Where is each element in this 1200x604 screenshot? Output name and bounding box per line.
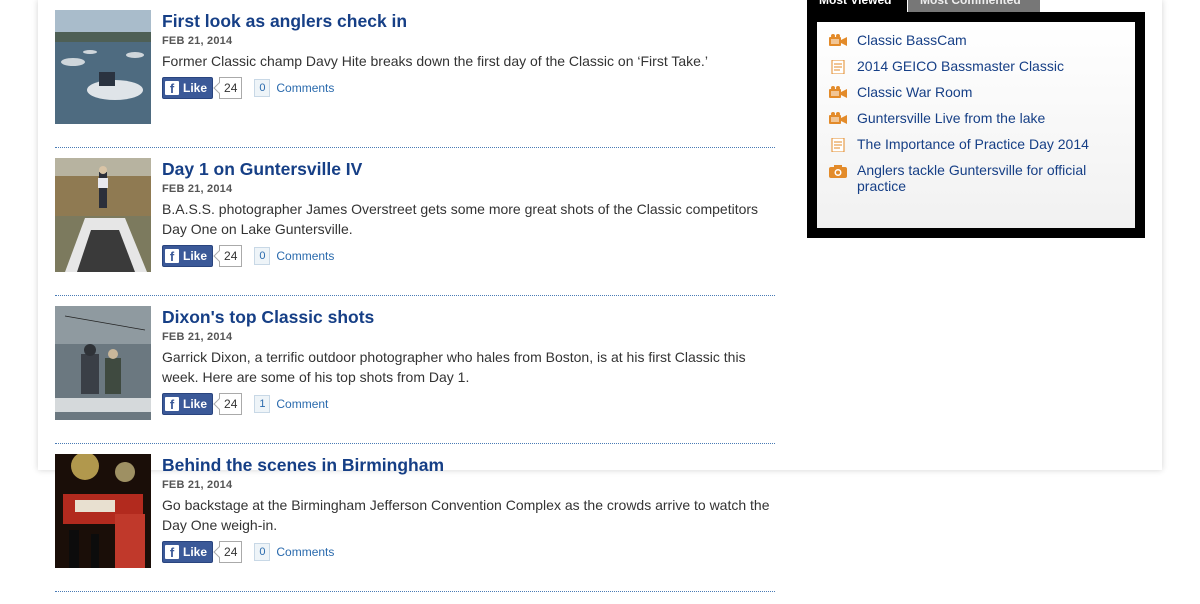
- article-thumbnail[interactable]: [55, 306, 151, 420]
- photo-camera-icon: [829, 165, 847, 178]
- document-icon: [831, 60, 845, 74]
- list-item[interactable]: 2014 GEICO Bassmaster Classic: [829, 58, 1135, 74]
- article-title[interactable]: Behind the scenes in Birmingham: [162, 454, 777, 476]
- boats-photo: [55, 10, 151, 124]
- article-actions: f Like 24 0 Comments: [162, 245, 777, 267]
- stage-photo: [55, 454, 151, 568]
- like-count: 24: [219, 245, 243, 267]
- popular-list: Classic BassCam 2014 GEICO Bassmaster Cl…: [817, 22, 1135, 194]
- article-item: Day 1 on Guntersville IV FEB 21, 2014 B.…: [55, 148, 777, 296]
- document-icon: [831, 138, 845, 152]
- facebook-icon: f: [165, 397, 179, 412]
- article-actions: f Like 24 0 Comments: [162, 77, 777, 99]
- article-description: Garrick Dixon, a terrific outdoor photog…: [162, 349, 746, 385]
- article-description: Go backstage at the Birmingham Jefferson…: [162, 497, 770, 533]
- article-item: Dixon's top Classic shots FEB 21, 2014 G…: [55, 296, 777, 444]
- video-camera-icon: [829, 34, 847, 46]
- most-viewed-widget: Classic BassCam 2014 GEICO Bassmaster Cl…: [807, 12, 1145, 238]
- list-item[interactable]: Anglers tackle Guntersville for official…: [829, 162, 1135, 194]
- list-item[interactable]: Classic War Room: [829, 84, 1135, 100]
- like-label: Like: [183, 397, 208, 411]
- comment-count: 0: [254, 247, 271, 265]
- facebook-like-button[interactable]: f Like: [162, 245, 214, 267]
- list-item[interactable]: Classic BassCam: [829, 32, 1135, 48]
- comment-count: 1: [254, 395, 271, 413]
- list-item-label: Classic War Room: [857, 84, 973, 100]
- article-divider: [55, 591, 775, 592]
- article-date: FEB 21, 2014: [162, 331, 233, 343]
- like-label: Like: [183, 81, 208, 95]
- facebook-like-button[interactable]: f Like: [162, 77, 214, 99]
- facebook-like-button[interactable]: f Like: [162, 393, 214, 415]
- article-thumbnail[interactable]: [55, 454, 151, 568]
- like-count: 24: [219, 393, 243, 415]
- comments-label: Comment: [276, 397, 329, 411]
- comments-label: Comments: [276, 545, 335, 559]
- list-item[interactable]: The Importance of Practice Day 2014: [829, 136, 1135, 152]
- anglers-fishing-photo: [55, 306, 151, 420]
- facebook-icon: f: [165, 81, 179, 96]
- article-title[interactable]: Day 1 on Guntersville IV: [162, 158, 777, 180]
- list-item-label: Classic BassCam: [857, 32, 967, 48]
- tab-most-viewed[interactable]: Most Viewed: [807, 0, 907, 12]
- article-thumbnail[interactable]: [55, 158, 151, 272]
- comment-count: 0: [254, 543, 271, 561]
- article-item: First look as anglers check in FEB 21, 2…: [55, 0, 777, 148]
- comments-link[interactable]: 0 Comments: [254, 247, 334, 265]
- comments-label: Comments: [276, 249, 335, 263]
- article-date: FEB 21, 2014: [162, 479, 233, 491]
- list-item[interactable]: Guntersville Live from the lake: [829, 110, 1135, 126]
- list-item-label: The Importance of Practice Day 2014: [857, 136, 1089, 152]
- video-camera-icon: [829, 112, 847, 124]
- comments-link[interactable]: 1 Comment: [254, 395, 328, 413]
- article-item: Behind the scenes in Birmingham FEB 21, …: [55, 444, 777, 592]
- comments-label: Comments: [276, 81, 335, 95]
- comments-link[interactable]: 0 Comments: [254, 543, 334, 561]
- widget-panel: Classic BassCam 2014 GEICO Bassmaster Cl…: [817, 22, 1135, 228]
- widget-tabs: Most Viewed Most Commented: [807, 0, 1040, 12]
- tab-most-commented[interactable]: Most Commented: [908, 0, 1040, 12]
- facebook-like-button[interactable]: f Like: [162, 541, 214, 563]
- comment-count: 0: [254, 79, 271, 97]
- video-camera-icon: [829, 86, 847, 98]
- list-item-label: Guntersville Live from the lake: [857, 110, 1046, 126]
- list-item-label: 2014 GEICO Bassmaster Classic: [857, 58, 1064, 74]
- article-title[interactable]: First look as anglers check in: [162, 10, 777, 32]
- article-date: FEB 21, 2014: [162, 35, 233, 47]
- facebook-icon: f: [165, 249, 179, 264]
- like-count: 24: [219, 77, 243, 99]
- article-feed: First look as anglers check in FEB 21, 2…: [55, 0, 777, 592]
- article-thumbnail[interactable]: [55, 10, 151, 124]
- facebook-icon: f: [165, 545, 179, 560]
- article-actions: f Like 24 0 Comments: [162, 541, 777, 563]
- list-item-label: Anglers tackle Guntersville for official…: [857, 162, 1087, 194]
- angler-boat-photo: [55, 158, 151, 272]
- like-count: 24: [219, 541, 243, 563]
- comments-link[interactable]: 0 Comments: [254, 79, 334, 97]
- like-label: Like: [183, 249, 208, 263]
- article-title[interactable]: Dixon's top Classic shots: [162, 306, 777, 328]
- article-description: Former Classic champ Davy Hite breaks do…: [162, 53, 708, 69]
- article-actions: f Like 24 1 Comment: [162, 393, 777, 415]
- like-label: Like: [183, 545, 208, 559]
- article-date: FEB 21, 2014: [162, 183, 233, 195]
- article-description: B.A.S.S. photographer James Overstreet g…: [162, 201, 759, 237]
